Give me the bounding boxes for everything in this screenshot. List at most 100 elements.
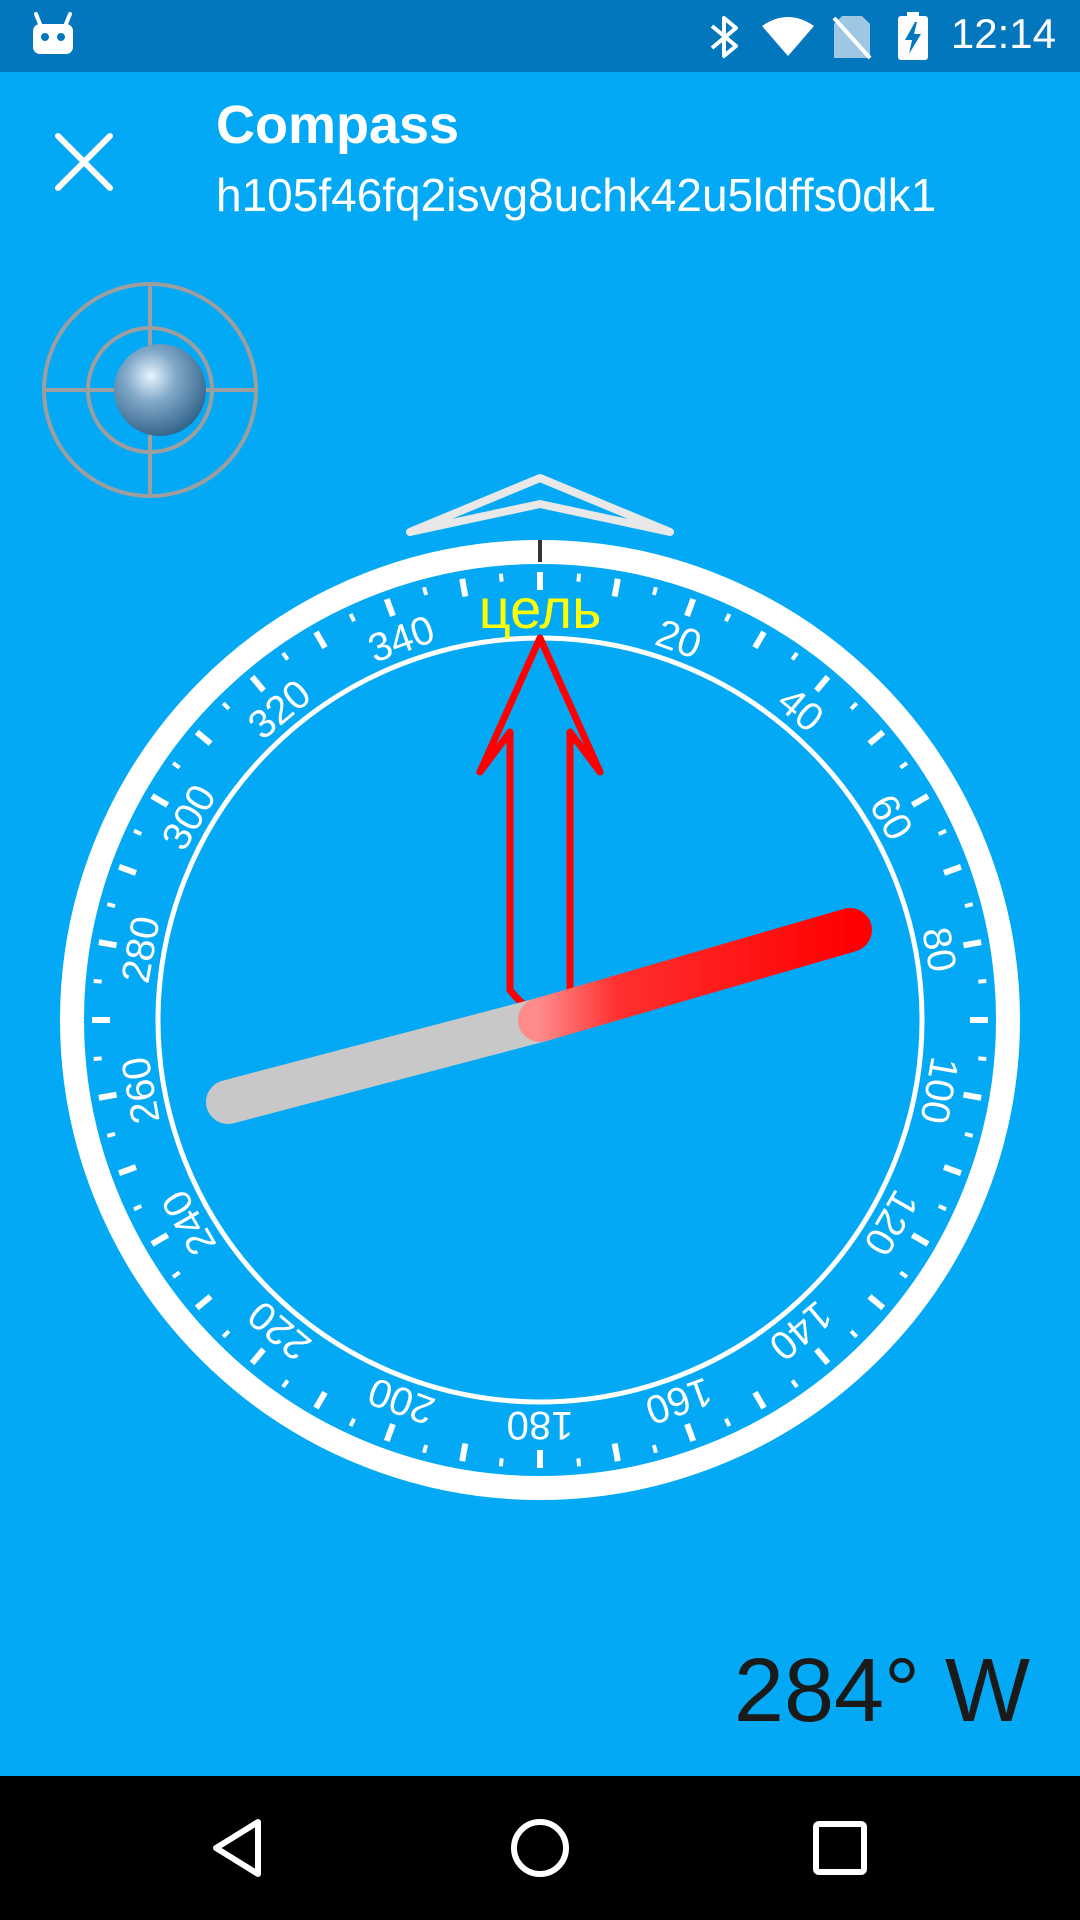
dial-label: 80	[913, 924, 964, 975]
dial-tick	[459, 578, 469, 598]
dial-label: 60	[861, 787, 921, 848]
dial-tick	[611, 1442, 621, 1462]
dial-tick	[978, 978, 987, 984]
home-icon	[511, 1819, 569, 1877]
dial-tick	[194, 729, 213, 746]
dial-tick	[849, 701, 859, 711]
dial-label: 160	[640, 1368, 718, 1432]
status-bar: 12:14	[0, 0, 1080, 72]
dial-tick	[651, 586, 658, 596]
dial-tick	[133, 1204, 143, 1212]
dial-tick	[867, 1294, 886, 1311]
dial-tick	[171, 1270, 181, 1279]
dial-tick	[117, 1164, 137, 1177]
dial-tick	[651, 1444, 658, 1454]
dial-label: 300	[154, 778, 225, 858]
dial-tick	[962, 939, 982, 949]
dial-tick	[964, 1131, 974, 1138]
dial-tick	[724, 1417, 732, 1427]
level-bubble	[114, 344, 206, 436]
back-button[interactable]	[200, 1808, 280, 1888]
home-button[interactable]	[500, 1808, 580, 1888]
recents-button[interactable]	[800, 1808, 880, 1888]
dial-tick	[98, 939, 118, 949]
dial-tick	[313, 1390, 328, 1410]
dial-tick	[498, 1458, 504, 1467]
dial-tick	[978, 1056, 987, 1062]
dial-tick	[106, 1131, 116, 1138]
dial-label: 180	[507, 1403, 574, 1447]
dial-label: 220	[240, 1292, 319, 1369]
dial-tick	[752, 1390, 767, 1410]
target-label: цель	[479, 577, 602, 640]
dial-tick	[849, 1329, 859, 1339]
close-button[interactable]	[44, 122, 124, 202]
dial-tick	[910, 1232, 930, 1247]
heading-readout: 284° W	[733, 1641, 1030, 1741]
dial-label: 240	[154, 1183, 225, 1263]
dial-tick	[117, 863, 137, 876]
dial-tick	[150, 793, 170, 808]
dial-tick	[752, 630, 767, 650]
dial-tick	[422, 586, 429, 596]
dial-tick	[93, 978, 102, 984]
battery-charging-icon	[898, 12, 928, 60]
dial-label: 140	[761, 1292, 840, 1369]
recents-icon	[813, 1821, 867, 1875]
dial-tick	[348, 613, 356, 623]
dial-tick	[459, 1442, 469, 1462]
dial-tick	[150, 1232, 170, 1247]
target-arrow	[476, 634, 604, 1014]
dial-tick	[937, 1204, 947, 1212]
dial-tick	[943, 863, 963, 876]
dial-tick	[133, 828, 143, 836]
dial-tick	[684, 597, 697, 617]
android-icon	[33, 12, 73, 54]
dial-tick	[221, 701, 231, 711]
dial-tick	[899, 761, 909, 770]
needle-north	[518, 908, 872, 1042]
app-bar: Compass h105f46fq2isvg8uchk42u5ldffs0dk1	[0, 72, 1080, 252]
dial-tick	[867, 729, 886, 746]
bluetooth-icon	[710, 16, 738, 58]
dial-label: 320	[240, 671, 319, 748]
needle-south	[206, 998, 562, 1124]
dial-tick	[383, 1423, 396, 1443]
no-sim-icon	[832, 16, 872, 60]
level-bubble-indicator	[42, 282, 258, 498]
heading-marker	[406, 474, 674, 536]
dial-tick	[171, 761, 181, 770]
dial-tick	[724, 613, 732, 623]
dial-tick	[684, 1423, 697, 1443]
dial-tick	[814, 1347, 831, 1366]
dial-tick	[93, 1056, 102, 1062]
dial-tick	[611, 578, 621, 598]
dial-tick	[249, 674, 266, 693]
dial-label: 340	[363, 607, 441, 671]
dial-tick	[937, 828, 947, 836]
dial-tick	[281, 1379, 290, 1389]
navigation-bar	[0, 1776, 1080, 1920]
status-clock: 12:14	[950, 10, 1056, 57]
dial-tick	[98, 1091, 118, 1101]
dial-tick	[964, 902, 974, 909]
dial-tick	[790, 1379, 799, 1389]
dial-tick	[221, 1329, 231, 1339]
back-icon	[213, 1819, 261, 1877]
dial-tick	[249, 1347, 266, 1366]
dial-tick	[422, 1444, 429, 1454]
dial-label: 120	[855, 1183, 926, 1263]
dial-tick	[194, 1294, 213, 1311]
close-icon	[55, 133, 113, 191]
dial-tick	[790, 651, 799, 661]
dial-tick	[281, 651, 290, 661]
dial-tick	[383, 597, 396, 617]
dial-tick	[962, 1091, 982, 1101]
compass-dial: 2040608010012014016018020022024026028030…	[60, 474, 1020, 1500]
wifi-icon	[762, 17, 814, 56]
dial-tick	[899, 1270, 909, 1279]
dial-tick	[106, 902, 116, 909]
page-title: Compass	[216, 95, 460, 155]
dial-tick	[943, 1164, 963, 1177]
compass-needle	[206, 908, 872, 1124]
